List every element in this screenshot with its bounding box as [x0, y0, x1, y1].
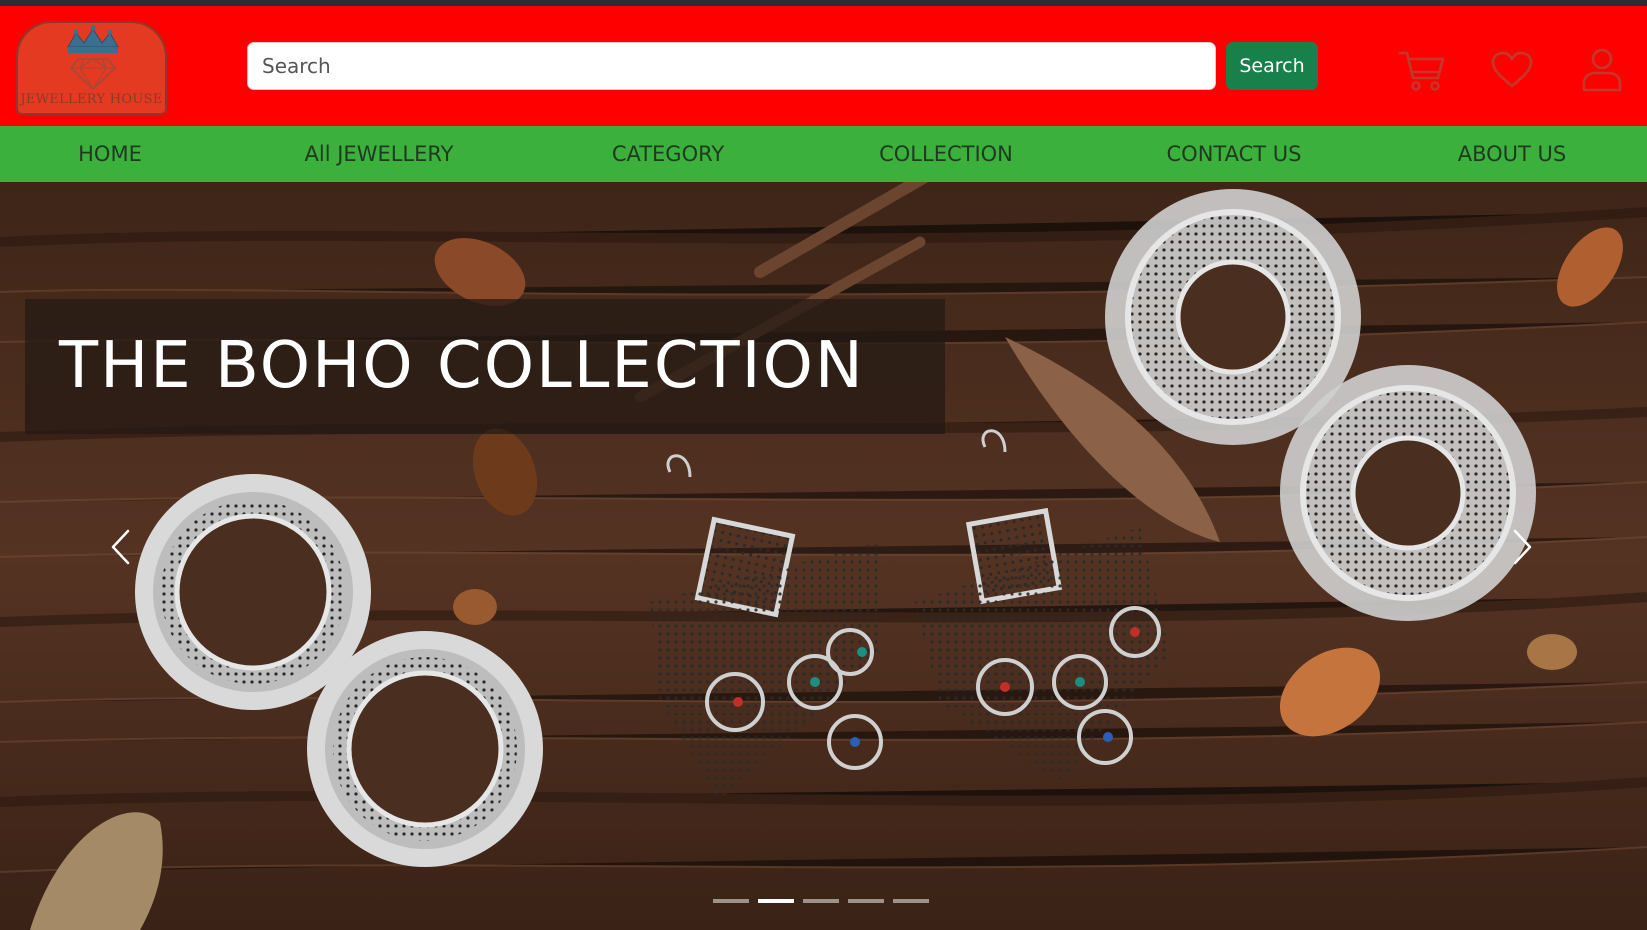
carousel-indicator[interactable]: [893, 899, 929, 903]
nav-item-collection[interactable]: COLLECTION: [879, 126, 1013, 182]
hero-carousel: THE BOHO COLLECTION: [0, 182, 1647, 930]
chevron-left-icon: [111, 529, 130, 565]
cart-icon: [1398, 51, 1445, 91]
slide-caption-text: THE BOHO COLLECTION: [59, 329, 865, 403]
nav-item-contact-us[interactable]: CONTACT US: [1167, 126, 1302, 182]
search-input[interactable]: [247, 42, 1216, 90]
carousel-indicator[interactable]: [713, 899, 749, 903]
carousel-indicator[interactable]: [848, 899, 884, 903]
carousel-indicator-active[interactable]: [758, 899, 794, 903]
chevron-right-icon: [1513, 529, 1532, 565]
carousel-indicator[interactable]: [803, 899, 839, 903]
hero-slide-image: [0, 182, 1647, 930]
wishlist-button[interactable]: [1486, 44, 1538, 96]
main-nav: HOME All JEWELLERY CATEGORY COLLECTION C…: [0, 126, 1647, 182]
heart-icon: [1491, 51, 1533, 88]
user-icon: [1582, 48, 1622, 92]
carousel-next-button[interactable]: [1498, 517, 1548, 577]
site-header: JEWELLERY HOUSE Search: [0, 6, 1647, 126]
nav-item-about-us[interactable]: ABOUT US: [1458, 126, 1567, 182]
carousel-indicators: [713, 896, 929, 906]
carousel-prev-button[interactable]: [95, 517, 145, 577]
nav-item-category[interactable]: CATEGORY: [612, 126, 724, 182]
nav-item-home[interactable]: HOME: [78, 126, 142, 182]
cart-button[interactable]: [1396, 44, 1448, 96]
account-button[interactable]: [1576, 44, 1628, 96]
logo-text: JEWELLERY HOUSE: [20, 92, 163, 107]
nav-item-all-jewellery[interactable]: All JEWELLERY: [305, 126, 454, 182]
site-logo[interactable]: JEWELLERY HOUSE: [16, 21, 167, 115]
search-button[interactable]: Search: [1226, 42, 1318, 90]
slide-caption: THE BOHO COLLECTION: [25, 299, 945, 434]
